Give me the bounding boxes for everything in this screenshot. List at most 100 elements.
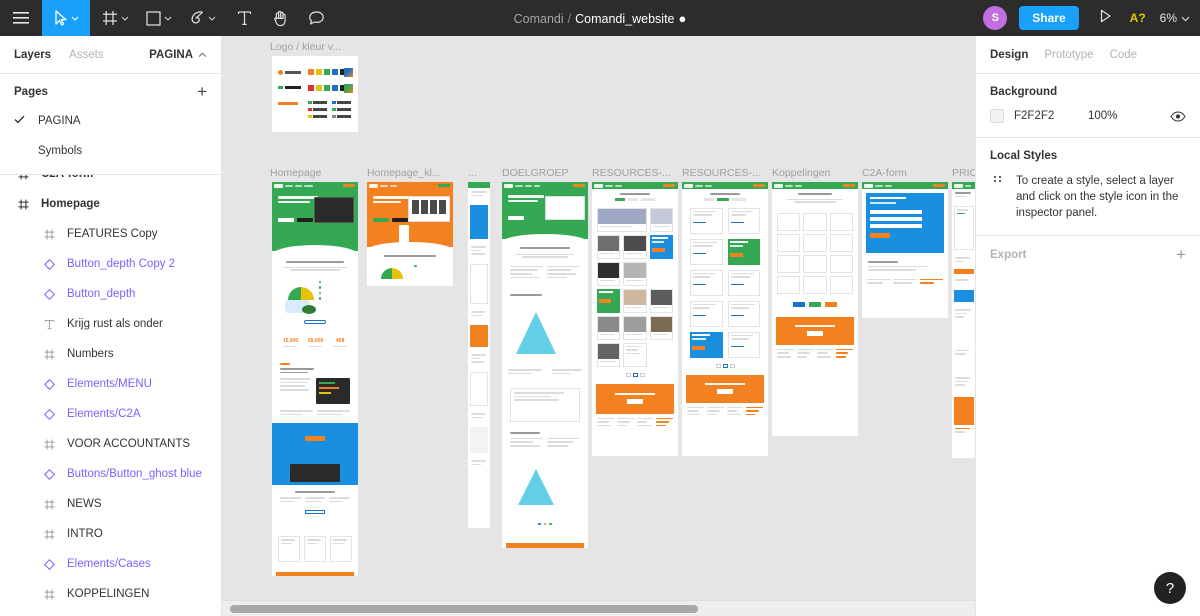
chevron-down-icon[interactable] [121,16,129,21]
text-tool-button[interactable] [221,0,262,36]
comment-tool-button[interactable] [298,0,335,36]
layer-row-features-copy[interactable]: FEATURES Copy [0,219,221,249]
hand-icon [272,10,288,27]
comment-bubble-icon [308,10,325,26]
artboard-homepage-kl[interactable] [367,182,453,286]
play-triangle-icon [1099,9,1112,28]
artboard-resources-2[interactable] [682,182,768,456]
share-button[interactable]: Share [1019,6,1079,30]
layer-row-elements-c2a[interactable]: Elements/C2A [0,399,221,429]
background-color-swatch[interactable] [990,109,1004,123]
accessibility-badge[interactable]: A? [1120,11,1156,25]
page-item-symbols[interactable]: Symbols [0,136,221,166]
layer-label: C2A-form [41,175,93,180]
artboard-resources-1[interactable] [592,182,678,456]
frame-label[interactable]: PRIC [952,167,975,179]
unsaved-indicator: ● [678,10,687,26]
tab-layers[interactable]: Layers [14,49,51,61]
frame-tool-button[interactable] [90,0,134,36]
layers-tree[interactable]: C2A-form Homepage [0,175,221,616]
frame-icon [40,439,58,450]
tab-prototype[interactable]: Prototype [1044,49,1093,61]
page-selector[interactable]: PAGINA [149,49,207,61]
frame-label[interactable]: Homepage_kl... [367,167,441,179]
move-tool-button[interactable] [42,0,90,36]
chevron-down-icon[interactable] [71,16,79,21]
layer-row-koppelingen[interactable]: KOPPELINGEN [0,579,221,609]
present-button[interactable] [1091,9,1120,28]
chevron-down-icon[interactable] [208,16,216,21]
eye-icon[interactable] [1170,110,1186,122]
pen-tool-button[interactable] [177,0,221,36]
hamburger-menu-icon[interactable] [0,0,42,36]
frame-icon [40,229,58,240]
layer-label: Elements/Cases [67,558,151,570]
artboard-logo-kleur[interactable] [272,56,358,132]
artboard-koppelingen[interactable] [772,182,858,436]
frame-label[interactable]: C2A-form [862,167,907,179]
design-canvas[interactable]: Logo / kleur v... Homepage 15.000 65.000… [222,36,975,616]
add-page-button[interactable]: + [197,83,207,100]
layer-row-button-depth-copy-2[interactable]: Button_depth Copy 2 [0,249,221,279]
background-opacity-value[interactable]: 100% [1088,110,1117,122]
layer-row-homepage[interactable]: Homepage [0,189,221,219]
layer-row-button-depth[interactable]: Button_depth [0,279,221,309]
frame-icon [14,175,32,180]
chevron-down-icon[interactable] [164,16,172,21]
shape-tool-button[interactable] [134,0,177,36]
horizontal-scrollbar[interactable] [222,600,975,616]
frame-label[interactable]: DOELGROEP [502,167,569,179]
zoom-control[interactable]: 6% [1156,11,1190,25]
layer-label: Buttons/Button_ghost blue [67,468,202,480]
layer-row-clipped[interactable]: C2A-form [0,175,221,189]
frame-label[interactable]: ... [468,167,477,179]
component-diamond-icon [40,468,58,480]
avatar[interactable]: S [983,6,1008,30]
artboard-pricing[interactable] [952,182,975,458]
layer-row-elements-cases[interactable]: Elements/Cases [0,549,221,579]
background-hex-value[interactable]: F2F2F2 [1014,110,1088,122]
chevron-down-icon[interactable] [1181,11,1190,25]
pen-icon [189,10,205,26]
add-export-button[interactable]: + [1176,246,1186,263]
project-name[interactable]: Comandi [514,12,564,26]
frame-label[interactable]: Homepage [270,167,321,179]
layer-row-krijg-rust[interactable]: Krijg rust als onder [0,309,221,339]
frame-label[interactable]: RESOURCES-... [592,167,671,179]
file-name[interactable]: Comandi_website [575,12,674,26]
frame-label[interactable]: Logo / kleur v... [270,41,341,53]
left-sidebar: Layers Assets PAGINA Pages + PAGINA Symb… [0,36,222,616]
layer-row-numbers[interactable]: Numbers [0,339,221,369]
frame-icon [40,589,58,600]
help-button[interactable]: ? [1154,572,1186,604]
scrollbar-thumb[interactable] [230,605,698,613]
stat-value: 15.000 [282,337,299,344]
frame-label[interactable]: RESOURCES-... [682,167,761,179]
layer-label: VOOR ACCOUNTANTS [67,438,191,450]
hand-tool-button[interactable] [262,0,298,36]
layer-row[interactable]: C2A-form [0,175,221,189]
artboard-c2a-form[interactable] [862,182,948,318]
artboard-homepage[interactable]: 15.000 65.000 458 [272,182,358,576]
frame-label[interactable]: Koppelingen [772,167,830,179]
tab-code[interactable]: Code [1110,49,1138,61]
check-icon [14,115,38,127]
layer-label: Homepage [41,198,100,210]
stat-value: 65.000 [307,337,324,344]
layer-row-elements-menu[interactable]: Elements/MENU [0,369,221,399]
artboard-doelgroep[interactable] [502,182,588,548]
layer-row-button-ghost-blue[interactable]: Buttons/Button_ghost blue [0,459,221,489]
frame-icon [40,349,58,360]
layer-label: Krijg rust als onder [67,318,163,330]
frame-icon [14,199,32,210]
page-selector-label: PAGINA [149,48,193,61]
tab-assets[interactable]: Assets [69,49,104,61]
layer-row-news[interactable]: NEWS [0,489,221,519]
component-diamond-icon [40,378,58,390]
layer-label: FEATURES Copy [67,228,158,240]
artboard-narrow[interactable] [468,182,490,528]
tab-design[interactable]: Design [990,49,1028,61]
layer-row-intro[interactable]: INTRO [0,519,221,549]
page-item-pagina[interactable]: PAGINA [0,106,221,136]
layer-row-voor-accountants[interactable]: VOOR ACCOUNTANTS [0,429,221,459]
